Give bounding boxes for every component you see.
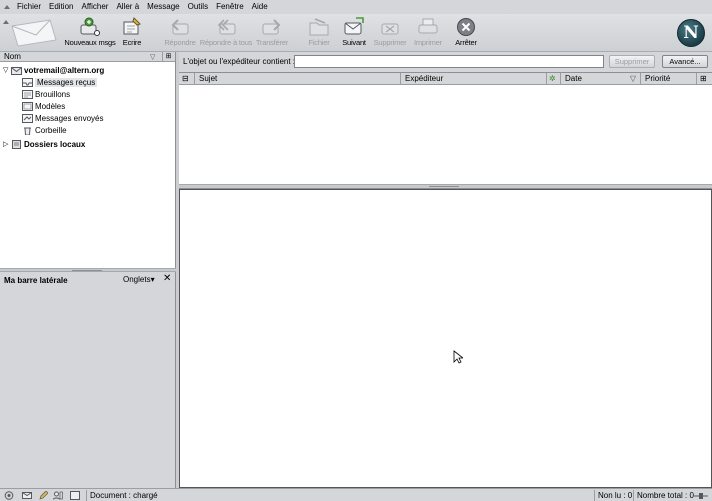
folder-name-column-label: Nom — [4, 52, 21, 61]
folder-templates[interactable]: Modèles — [22, 100, 65, 112]
thread-pane[interactable]: ⊟ Sujet Expéditeur ✲ Date ▽ Priorité ⊞ — [179, 72, 712, 184]
local-folders-row[interactable]: ▷ Dossiers locaux — [3, 138, 85, 150]
total-count: Nombre total : 0 — [637, 491, 694, 500]
drafts-icon — [22, 89, 33, 99]
forward-icon — [260, 16, 284, 38]
printer-icon — [416, 16, 440, 38]
delete-icon — [378, 16, 402, 38]
thread-column-icon[interactable]: ⊟ — [179, 73, 195, 85]
status-separator — [594, 490, 595, 501]
reply-all-button[interactable]: Répondre à tous — [198, 16, 254, 50]
reply-button[interactable]: Répondre — [163, 16, 197, 50]
menu-afficher[interactable]: Afficher — [77, 0, 112, 14]
folder-column-header[interactable]: Nom ▽ ⊞ — [0, 52, 175, 62]
sent-icon — [22, 113, 33, 123]
priority-column-header[interactable]: Priorité — [641, 73, 697, 85]
search-label: L'objet ou l'expéditeur contient : — [183, 57, 296, 66]
mail-icon[interactable] — [22, 491, 32, 500]
menu-fenetre[interactable]: Fenêtre — [212, 0, 248, 14]
status-text: Document : chargé — [90, 491, 158, 500]
templates-icon — [22, 101, 33, 111]
unread-count: Non lu : 0 — [598, 491, 633, 500]
subject-column-header[interactable]: Sujet — [195, 73, 401, 85]
trash-icon — [24, 127, 31, 135]
splitter-grip — [429, 186, 459, 187]
sidebar: Ma barre latérale Onglets▾ ✕ — [0, 272, 176, 488]
folder-inbox[interactable]: Messages reçus — [22, 76, 98, 88]
netscape-logo-icon[interactable]: N — [677, 19, 705, 47]
sort-arrow-icon: ▽ — [629, 74, 636, 83]
sidebar-tabs-menu[interactable]: Onglets▾ — [123, 275, 155, 284]
local-folders-icon — [12, 139, 21, 149]
status-bar: Document : chargé Non lu : 0 Nombre tota… — [0, 488, 712, 501]
compose-icon — [120, 16, 144, 38]
account-name: votremail@altern.org — [24, 65, 105, 75]
message-pane[interactable] — [179, 189, 712, 488]
folder-trash[interactable]: Corbeille — [22, 124, 67, 136]
date-column-header[interactable]: Date ▽ — [561, 73, 641, 85]
main-toolbar: Nouveaux msgs Ecrire Répondre Répondre à… — [0, 14, 712, 52]
menu-edition[interactable]: Edition — [45, 0, 77, 14]
menu-aller-a[interactable]: Aller à — [112, 0, 143, 14]
expand-twisty-icon[interactable]: ▷ — [3, 140, 9, 149]
mouse-cursor-icon — [453, 350, 463, 364]
get-messages-button[interactable]: Nouveaux msgs — [62, 16, 118, 50]
column-picker-icon[interactable]: ⊞ — [162, 52, 174, 61]
close-icon[interactable]: ✕ — [163, 274, 171, 284]
sort-indicator-icon: ▽ — [150, 54, 156, 61]
write-button[interactable]: Ecrire — [118, 16, 146, 50]
get-messages-icon — [78, 16, 102, 38]
sidebar-header: Ma barre latérale Onglets▾ ✕ — [0, 272, 175, 288]
next-button[interactable]: Suivant — [340, 16, 368, 50]
file-folder-icon — [307, 16, 331, 38]
menu-fichier[interactable]: Fichier — [13, 0, 45, 14]
reply-all-icon — [214, 16, 238, 38]
composer-icon[interactable] — [38, 491, 48, 500]
junk-status-column-icon[interactable]: ✲ — [547, 73, 561, 85]
folder-pane: Nom ▽ ⊞ ▽ votremail@altern.org Messages … — [0, 52, 176, 268]
collapse-twisty-icon[interactable]: ▽ — [3, 66, 9, 75]
column-picker-icon[interactable]: ⊞ — [697, 73, 712, 85]
sidebar-title: Ma barre latérale — [4, 275, 68, 285]
print-button[interactable]: Imprimer — [412, 16, 444, 50]
reply-icon — [168, 16, 192, 38]
file-button[interactable]: Fichier — [304, 16, 334, 50]
splitter-grip — [72, 270, 102, 271]
navigator-icon[interactable] — [4, 491, 14, 500]
menu-bar: Fichier Edition Afficher Aller à Message… — [0, 0, 712, 14]
mail-account-icon — [11, 66, 22, 75]
delete-button[interactable]: Supprimer — [372, 16, 408, 50]
menu-aide[interactable]: Aide — [248, 0, 272, 14]
address-book-icon[interactable] — [53, 491, 63, 500]
menubar-grip-icon[interactable] — [4, 2, 10, 12]
folder-drafts[interactable]: Brouillons — [22, 88, 70, 100]
online-status-icon[interactable] — [694, 491, 708, 500]
search-bar: L'objet ou l'expéditeur contient : Suppr… — [179, 52, 712, 72]
stop-button[interactable]: Arrêter — [452, 16, 480, 50]
clear-search-button[interactable]: Supprimer — [609, 55, 655, 68]
advanced-search-button[interactable]: Avancé... — [662, 55, 708, 68]
forward-button[interactable]: Transférer — [254, 16, 290, 50]
dropdown-arrow-icon: ▾ — [150, 275, 155, 284]
sender-column-header[interactable]: Expéditeur — [401, 73, 547, 85]
account-row[interactable]: ▽ votremail@altern.org — [3, 64, 104, 76]
inbox-icon — [22, 77, 33, 87]
status-separator — [86, 490, 87, 501]
chat-icon[interactable] — [70, 491, 80, 500]
envelope-logo-icon — [11, 19, 57, 47]
folder-sent[interactable]: Messages envoyés — [22, 112, 103, 124]
toolbar-grip-icon[interactable] — [3, 20, 9, 24]
menu-message[interactable]: Message — [143, 0, 183, 14]
next-message-icon — [342, 16, 366, 38]
stop-icon — [454, 16, 478, 38]
menu-outils[interactable]: Outils — [184, 0, 212, 14]
status-separator — [633, 490, 634, 501]
search-input[interactable] — [294, 55, 604, 68]
